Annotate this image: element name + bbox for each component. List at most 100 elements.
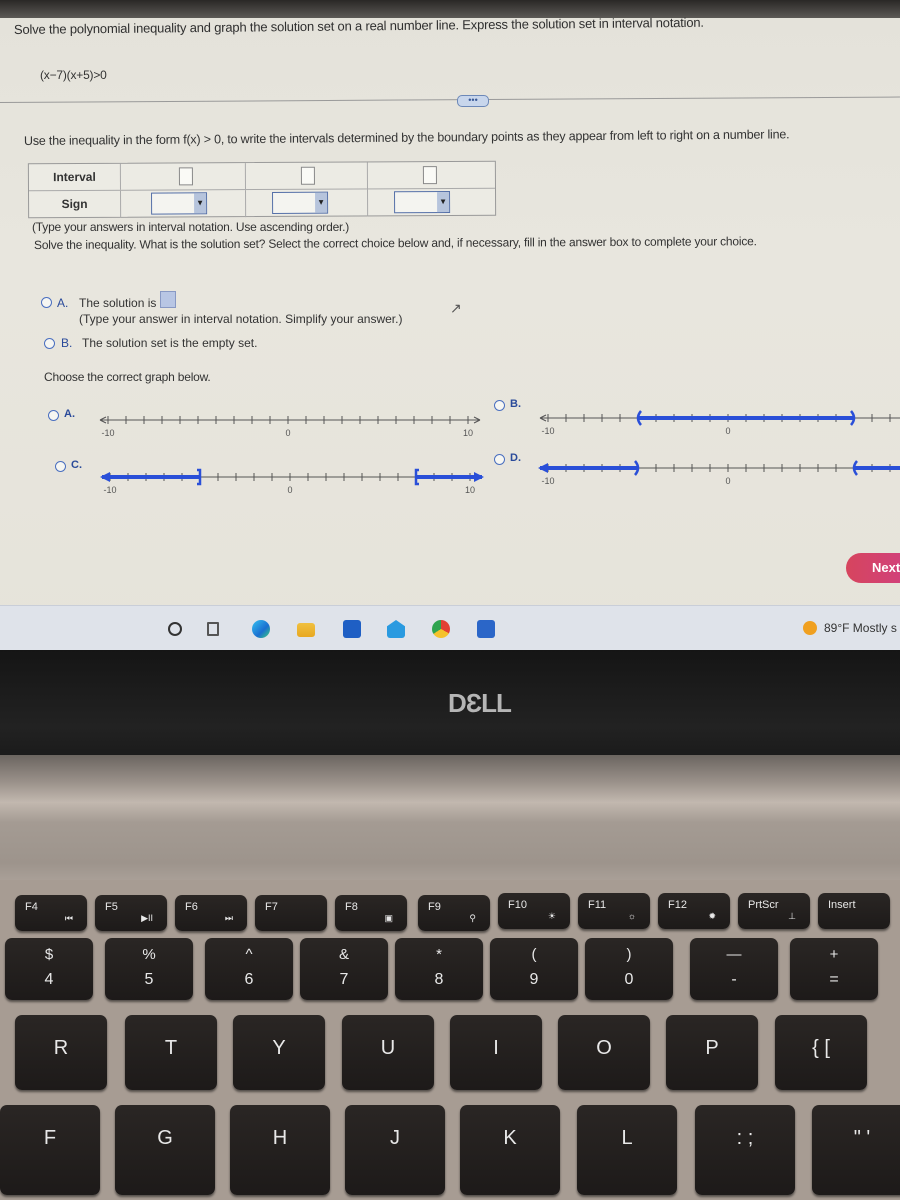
more-button[interactable]: ••• xyxy=(457,95,489,107)
interval-row: Interval xyxy=(28,161,495,192)
key-f7[interactable]: F7 xyxy=(255,895,327,931)
tick-label: -10 xyxy=(101,428,114,438)
key-3[interactable]: U xyxy=(342,1015,434,1090)
graph-prompt: Choose the correct graph below. xyxy=(44,370,211,384)
solution-input[interactable] xyxy=(160,291,176,308)
keyboard: F4 ⏮ F5 ▶II F6 ⏭ F7 F8 ▣ F9 ⚲ F10 ☀ F11 ☼ F12 ✹ PrtScr ⊥ In… xyxy=(0,880,900,1200)
key-label: " ' xyxy=(853,1127,871,1149)
key-asdf-3[interactable]: J xyxy=(345,1105,445,1195)
graph-a-radio[interactable] xyxy=(48,410,59,421)
key-asdf-0[interactable]: F xyxy=(0,1105,100,1195)
store-icon[interactable] xyxy=(343,620,361,638)
laptop-bezel: DƐLL xyxy=(0,650,900,760)
key-9[interactable]: (9 xyxy=(490,938,578,1000)
key-label: & xyxy=(338,946,349,963)
key-f11[interactable]: F11 ☼ xyxy=(578,893,650,929)
key-sublabel: = xyxy=(829,971,839,988)
key-label: F6 xyxy=(185,901,198,913)
tick-label: 0 xyxy=(285,428,290,438)
laptop-hinge xyxy=(0,755,900,890)
key-label: — xyxy=(726,946,742,963)
interval-input-3[interactable] xyxy=(422,166,437,185)
key-6[interactable]: ^ 6 xyxy=(205,938,293,1000)
key-4[interactable]: $4 xyxy=(5,938,93,1000)
key-0[interactable]: ) 0 xyxy=(585,938,673,1000)
key-sublabel: 5 xyxy=(144,971,154,988)
key-label: J xyxy=(390,1127,400,1149)
chevron-down-icon: ▼ xyxy=(437,192,450,213)
key-asdf-5[interactable]: L xyxy=(577,1105,677,1195)
choice-b-radio[interactable] xyxy=(44,338,55,349)
key-asdf-7[interactable]: " ' xyxy=(812,1105,900,1195)
key-4[interactable]: I xyxy=(450,1015,542,1090)
tick-label: 0 xyxy=(725,476,730,486)
sign-select-3[interactable]: ▼ xyxy=(394,191,451,214)
key-asdf-6[interactable]: : ; xyxy=(695,1105,795,1195)
key--[interactable]: — - xyxy=(690,938,778,1000)
question-title: Solve the polynomial inequality and grap… xyxy=(13,14,704,37)
weather-text[interactable]: 89°F Mostly s xyxy=(824,621,897,635)
key-f9[interactable]: F9 ⚲ xyxy=(418,895,490,931)
chevron-down-icon: ▼ xyxy=(315,192,328,213)
key-sublabel: ✹ xyxy=(708,911,716,921)
tick-label: 10 xyxy=(465,485,475,495)
key-f10[interactable]: F10 ☀ xyxy=(498,893,570,929)
graph-b-radio[interactable] xyxy=(494,400,505,411)
key-0[interactable]: R xyxy=(15,1015,107,1090)
interval-input-1[interactable] xyxy=(178,167,193,186)
key-label: F11 xyxy=(588,899,607,911)
key-6[interactable]: P xyxy=(666,1015,758,1090)
key-asdf-2[interactable]: H xyxy=(230,1105,330,1195)
key-prtscr[interactable]: PrtScr ⊥ xyxy=(738,893,810,929)
interval-input-2[interactable] xyxy=(300,166,315,185)
key-7[interactable]: { [ xyxy=(775,1015,867,1090)
interval-sign-table: Interval Sign ▼ ▼ ▼ xyxy=(27,160,497,219)
key-f6[interactable]: F6 ⏭ xyxy=(175,895,247,931)
key-f5[interactable]: F5 ▶II xyxy=(95,895,167,931)
key-asdf-4[interactable]: K xyxy=(460,1105,560,1195)
shade-arrow-right xyxy=(474,472,484,482)
key-2[interactable]: Y xyxy=(233,1015,325,1090)
graph-d-radio[interactable] xyxy=(494,454,505,465)
word-icon[interactable] xyxy=(477,620,495,638)
table-hint: (Type your answers in interval notation.… xyxy=(32,220,350,234)
key-sublabel: ▣ xyxy=(384,913,393,923)
key-7[interactable]: & 7 xyxy=(300,938,388,1000)
tick-label: -10 xyxy=(103,485,116,495)
choice-a-text: The solution is xyxy=(79,296,157,310)
chrome-icon[interactable] xyxy=(432,620,450,638)
key-asdf-1[interactable]: G xyxy=(115,1105,215,1195)
key-insert[interactable]: Insert xyxy=(818,893,890,929)
key-sublabel: 6 xyxy=(244,971,254,988)
key-sublabel: ⏭ xyxy=(224,913,233,923)
next-button[interactable]: Next xyxy=(846,553,900,583)
tick-label: 10 xyxy=(463,428,473,438)
weather-icon[interactable] xyxy=(803,621,817,635)
sign-row: Sign ▼ ▼ ▼ xyxy=(29,189,495,219)
choice-b-text: The solution set is the empty set. xyxy=(82,336,258,350)
file-explorer-icon[interactable] xyxy=(297,623,315,637)
mail-icon[interactable] xyxy=(387,620,405,638)
key-5[interactable]: O xyxy=(558,1015,650,1090)
divider xyxy=(0,96,900,103)
key-5[interactable]: % 5 xyxy=(105,938,193,1000)
key-f4[interactable]: F4 ⏮ xyxy=(15,895,87,931)
key-sublabel: ⊥ xyxy=(788,911,796,921)
edge-icon[interactable] xyxy=(252,620,270,638)
key-sublabel: ⚲ xyxy=(469,913,476,923)
key-=[interactable]: + = xyxy=(790,938,878,1000)
key-f12[interactable]: F12 ✹ xyxy=(658,893,730,929)
screen: Solve the polynomial inequality and grap… xyxy=(0,0,900,655)
search-icon[interactable] xyxy=(168,622,182,636)
graph-b-letter: B. xyxy=(510,398,521,410)
sign-select-1[interactable]: ▼ xyxy=(151,192,208,215)
key-label: T xyxy=(164,1037,178,1059)
key-label: K xyxy=(503,1127,517,1149)
sign-select-2[interactable]: ▼ xyxy=(272,191,329,214)
key-f8[interactable]: F8 ▣ xyxy=(335,895,407,931)
graph-c-radio[interactable] xyxy=(55,461,66,472)
key-1[interactable]: T xyxy=(125,1015,217,1090)
task-view-icon[interactable] xyxy=(207,622,219,636)
key-8[interactable]: * 8 xyxy=(395,938,483,1000)
choice-a-radio[interactable] xyxy=(41,297,52,308)
